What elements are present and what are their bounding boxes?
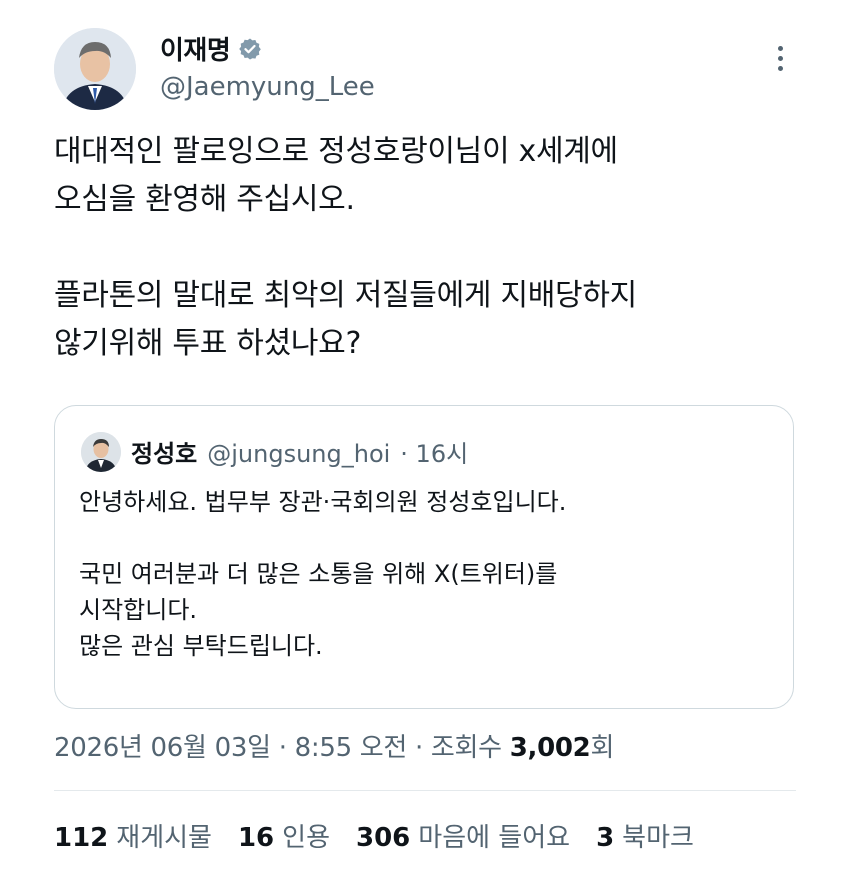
- tweet-datetime[interactable]: 2026년 06월 03일 · 8:55 오전 · 조회수: [54, 733, 502, 763]
- likes-stat[interactable]: 306 마음에 들어요: [356, 817, 570, 854]
- quoted-tweet-card[interactable]: 정성호 @jungsung_hoi · 16시 안녕하세요. 법무부 장관·국회…: [54, 405, 794, 709]
- likes-label: 마음에 들어요: [418, 823, 571, 853]
- quoted-line: 시작합니다.: [79, 596, 198, 624]
- quoted-line: 국민 여러분과 더 많은 소통을 위해 X(트위터)를: [79, 560, 558, 588]
- retweets-label: 재게시물: [116, 823, 212, 853]
- view-unit: 회: [590, 733, 615, 763]
- retweets-stat[interactable]: 112 재게시물: [54, 817, 212, 854]
- author-handle[interactable]: @Jaemyung_Lee: [160, 72, 375, 102]
- bookmarks-stat[interactable]: 3 북마크: [596, 817, 694, 854]
- author-display-name[interactable]: 이재명: [160, 30, 231, 67]
- quoted-timestamp[interactable]: · 16시: [400, 434, 468, 469]
- quotes-stat[interactable]: 16 인용: [238, 817, 330, 854]
- likes-count: 306: [356, 823, 411, 853]
- tweet-line: 플라톤의 말대로 최악의 저질들에게 지배당하지: [54, 278, 637, 313]
- quoted-author-name[interactable]: 정성호: [131, 434, 197, 469]
- tweet-line: 않기위해 투표 하셨나요?: [54, 326, 362, 361]
- quoted-line: 안녕하세요. 법무부 장관·국회의원 정성호입니다.: [79, 488, 567, 516]
- author-avatar[interactable]: [54, 28, 136, 110]
- engagement-stats: 112 재게시물 16 인용 306 마음에 들어요 3 북마크: [54, 817, 694, 854]
- quoted-header: 정성호 @jungsung_hoi · 16시: [131, 434, 468, 469]
- quoted-author-avatar[interactable]: [81, 432, 121, 472]
- tweet-text: 대대적인 팔로잉으로 정성호랑이님이 x세계에 오심을 환영해 주십시오. 플라…: [54, 128, 814, 368]
- tweet-line: 대대적인 팔로잉으로 정성호랑이님이 x세계에: [54, 134, 618, 169]
- bookmarks-label: 북마크: [622, 823, 694, 853]
- author-name-row: 이재명: [160, 30, 262, 67]
- tweet-line: 오심을 환영해 주십시오.: [54, 182, 355, 217]
- view-count: 3,002: [509, 733, 591, 763]
- verified-badge-icon: [239, 38, 262, 59]
- quotes-count: 16: [237, 823, 275, 853]
- retweets-count: 112: [54, 823, 109, 853]
- quotes-label: 인용: [282, 823, 330, 853]
- quoted-line: 많은 관심 부탁드립니다.: [79, 632, 323, 660]
- bookmarks-count: 3: [596, 823, 615, 853]
- quoted-author-handle[interactable]: @jungsung_hoi: [207, 440, 390, 468]
- divider: [54, 790, 796, 791]
- more-options-icon[interactable]: [770, 46, 790, 76]
- quoted-text: 안녕하세요. 법무부 장관·국회의원 정성호입니다. 국민 여러분과 더 많은 …: [79, 484, 779, 664]
- tweet-meta: 2026년 06월 03일 · 8:55 오전 · 조회수 3,002회: [54, 727, 614, 764]
